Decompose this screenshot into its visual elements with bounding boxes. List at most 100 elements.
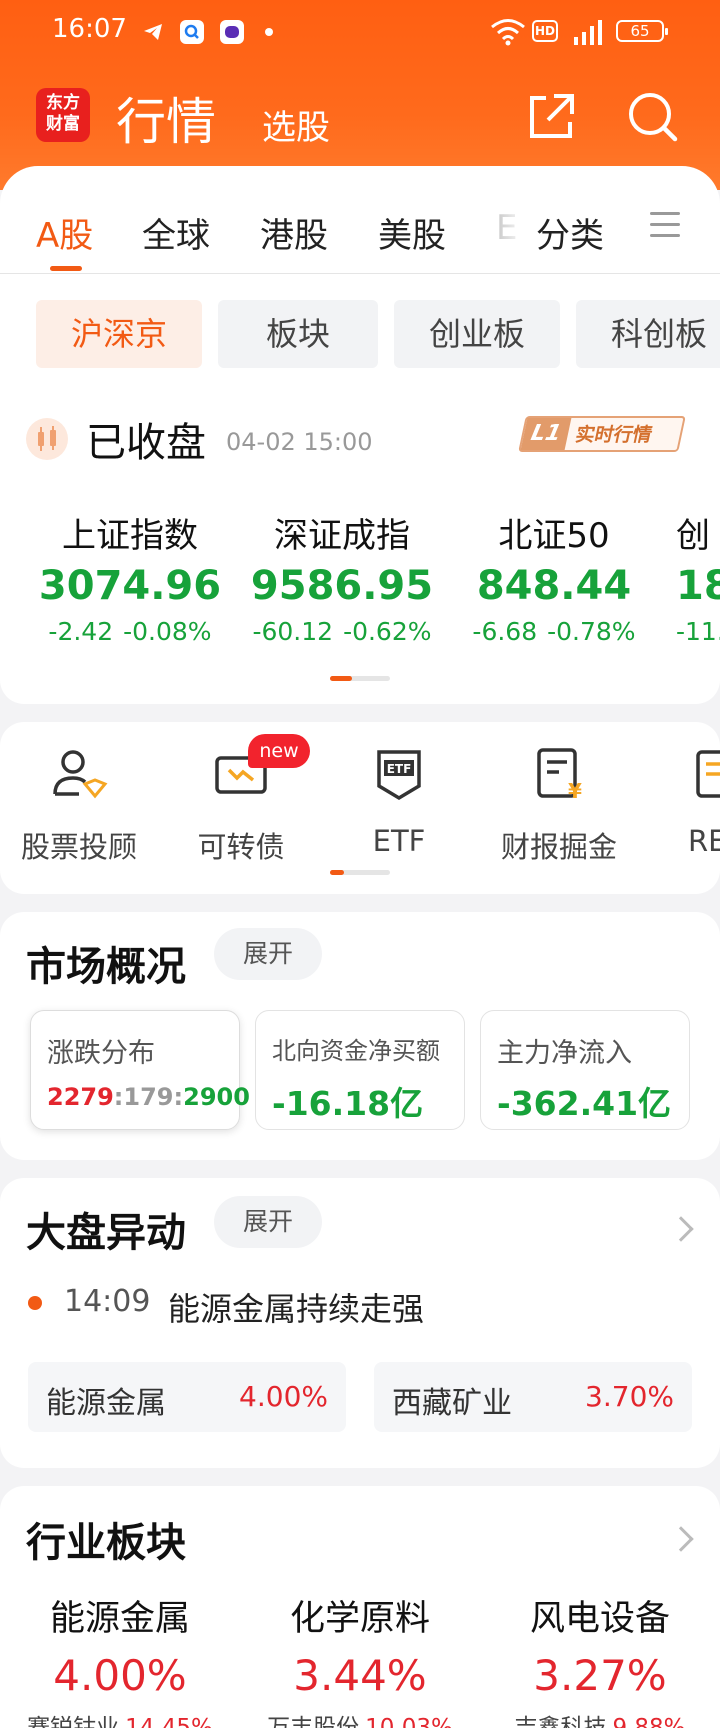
app-notify-icon-2 bbox=[220, 20, 244, 44]
shortcut-label: 财报掘金 bbox=[500, 830, 617, 864]
industry-pct: 3.44% bbox=[293, 1651, 427, 1700]
northbound-funds-card[interactable]: 北向资金净买额 -16.18亿 bbox=[255, 1010, 465, 1130]
leading-stock-pct: 14.45% bbox=[125, 1715, 213, 1728]
industry-name: 能源金属 bbox=[49, 1599, 190, 1639]
status-bar: 16:07 HD 65 bbox=[0, 0, 720, 64]
main-capital-flow-card[interactable]: 主力净流入 -362.41亿 bbox=[480, 1010, 690, 1130]
active-tab-indicator bbox=[50, 266, 82, 271]
index-card-shenzhen[interactable]: 深证成指 9586.95 -60.12 -0.62% bbox=[236, 508, 448, 646]
battery-indicator: 65 bbox=[616, 20, 668, 42]
flat-count: 179 bbox=[123, 1083, 174, 1111]
search-icon[interactable] bbox=[624, 88, 680, 144]
market-closed-title: 已收盘 bbox=[86, 420, 206, 466]
event-dot bbox=[28, 1296, 42, 1310]
candlestick-icon bbox=[26, 418, 68, 460]
chip-sector[interactable]: 板块 bbox=[218, 300, 378, 368]
chip-star-market[interactable]: 科创板 bbox=[576, 300, 720, 368]
rise-fall-counts: 2279:179:2900 bbox=[47, 1083, 250, 1111]
share-icon[interactable] bbox=[524, 88, 580, 144]
shortcut-label: ETF bbox=[372, 824, 426, 858]
leading-stock: 吉鑫科技 bbox=[514, 1715, 607, 1728]
event-text[interactable]: 能源金属持续走强 bbox=[168, 1284, 424, 1330]
index-pct: -0.78% bbox=[547, 617, 636, 646]
tab-a-shares[interactable]: A股 bbox=[36, 208, 93, 257]
movement-sector-card[interactable]: 能源金属 4.00% bbox=[28, 1362, 346, 1432]
tab-fade bbox=[492, 196, 536, 266]
market-overview-expand-button[interactable]: 展开 bbox=[214, 928, 322, 980]
event-time: 14:09 bbox=[64, 1284, 151, 1319]
tab-category[interactable]: 分类 bbox=[536, 208, 604, 257]
menu-icon[interactable] bbox=[650, 212, 680, 238]
card-title: 涨跌分布 bbox=[47, 1038, 155, 1069]
card-value: -362.41亿 bbox=[497, 1084, 672, 1123]
industry-item[interactable]: 化学原料 3.44% 万丰股份 10.03% bbox=[240, 1590, 480, 1728]
chevron-right-icon[interactable] bbox=[668, 1526, 694, 1552]
index-pct: -0.62% bbox=[343, 617, 432, 646]
index-change: -11. bbox=[676, 617, 720, 646]
index-change: -2.42 bbox=[48, 617, 114, 646]
index-value: 9586.95 bbox=[250, 563, 434, 609]
shortcut-reits-partial[interactable]: RE bbox=[666, 744, 720, 858]
card-title: 主力净流入 bbox=[497, 1038, 632, 1069]
index-card-shanghai[interactable]: 上证指数 3074.96 -2.42 -0.08% bbox=[24, 508, 236, 646]
yen-text: ¥ bbox=[568, 779, 582, 803]
shortcut-panel: 股票投顾 可转债 new ETF ETF ¥ 财报掘金 RE bbox=[0, 722, 720, 894]
page-title: 行情 bbox=[116, 93, 216, 151]
exchange-chips: 沪深京 板块 创业板 科创板 bbox=[0, 300, 720, 368]
logo-text-2: 财富 bbox=[46, 114, 80, 134]
movement-stock-card[interactable]: 西藏矿业 3.70% bbox=[374, 1362, 692, 1432]
logo-text-1: 东方 bbox=[46, 93, 80, 113]
more-notifications-dot bbox=[264, 20, 274, 44]
shortcut-label: 可转债 bbox=[197, 830, 285, 864]
movement-pct: 3.70% bbox=[585, 1380, 674, 1413]
tab-hk[interactable]: 港股 bbox=[260, 208, 328, 257]
hd-icon: HD bbox=[532, 20, 558, 42]
index-card-bse50[interactable]: 北证50 848.44 -6.68 -0.78% bbox=[448, 508, 660, 646]
chevron-right-icon[interactable] bbox=[668, 1216, 694, 1242]
app-notify-icon bbox=[180, 20, 204, 44]
industry-item[interactable]: 能源金属 4.00% 赛锐钴业 14.45% bbox=[0, 1590, 240, 1728]
realtime-label: 实时行情 bbox=[573, 424, 655, 446]
rise-fall-distribution-card[interactable]: 涨跌分布 2279:179:2900 bbox=[30, 1010, 250, 1130]
index-card-chinext-partial[interactable]: 创 18 -11. bbox=[660, 508, 720, 646]
telegram-icon bbox=[142, 20, 164, 44]
index-name: 北证50 bbox=[498, 516, 610, 556]
industry-item[interactable]: 风电设备 3.27% 吉鑫科技 9.88% bbox=[480, 1590, 720, 1728]
market-panel: A股 全球 港股 美股 E 分类 沪深京 板块 创业板 科创板 已收盘 04-0… bbox=[0, 166, 720, 704]
tab-global[interactable]: 全球 bbox=[142, 208, 210, 257]
cellular-signal-icon bbox=[570, 20, 608, 45]
chip-shanghai-shenzhen-beijing[interactable]: 沪深京 bbox=[36, 300, 202, 368]
l1-label: L1 bbox=[520, 418, 572, 450]
leading-stock-pct: 9.88% bbox=[612, 1715, 686, 1728]
industry-pct: 3.27% bbox=[533, 1651, 667, 1700]
app-header: 16:07 HD 65 东方 财富 行情 选股 bbox=[0, 0, 720, 190]
app-logo: 东方 财富 bbox=[36, 88, 90, 142]
shortcut-etf[interactable]: ETF ETF bbox=[324, 744, 474, 858]
market-tabs: A股 全球 港股 美股 E 分类 bbox=[0, 166, 720, 274]
advisor-icon bbox=[49, 744, 109, 804]
shortcut-stock-advisor[interactable]: 股票投顾 bbox=[4, 744, 154, 866]
market-closed-time: 04-02 15:00 bbox=[226, 428, 373, 456]
industry-pct: 4.00% bbox=[53, 1651, 187, 1700]
stock-picker-link[interactable]: 选股 bbox=[262, 100, 330, 149]
down-count: 2900 bbox=[183, 1083, 250, 1111]
industry-sector-panel: 行业板块 能源金属 4.00% 赛锐钴业 14.45% 化学原料 3.44% 万丰… bbox=[0, 1486, 720, 1728]
chip-chinext[interactable]: 创业板 bbox=[394, 300, 560, 368]
tab-us[interactable]: 美股 bbox=[378, 208, 446, 257]
movement-name: 西藏矿业 bbox=[392, 1386, 512, 1421]
index-value: 3074.96 bbox=[38, 563, 222, 609]
index-change: -6.68 bbox=[472, 617, 538, 646]
leading-stock: 万丰股份 bbox=[267, 1715, 360, 1728]
market-movement-expand-button[interactable]: 展开 bbox=[214, 1196, 322, 1248]
market-movement-panel: 大盘异动 展开 14:09 能源金属持续走强 能源金属 4.00% 西藏矿业 3… bbox=[0, 1178, 720, 1468]
index-scroll-indicator bbox=[330, 676, 390, 681]
index-value: 18 bbox=[676, 563, 720, 609]
card-title: 北向资金净买额 bbox=[272, 1037, 440, 1065]
index-name: 创 bbox=[676, 516, 710, 556]
etf-icon: ETF bbox=[369, 744, 429, 804]
market-overview-title: 市场概况 bbox=[26, 944, 186, 990]
index-name: 深证成指 bbox=[274, 516, 410, 556]
l1-realtime-badge[interactable]: L1 实时行情 bbox=[518, 416, 686, 452]
shortcut-financial-report[interactable]: ¥ 财报掘金 bbox=[484, 744, 634, 866]
reit-icon bbox=[692, 744, 720, 804]
